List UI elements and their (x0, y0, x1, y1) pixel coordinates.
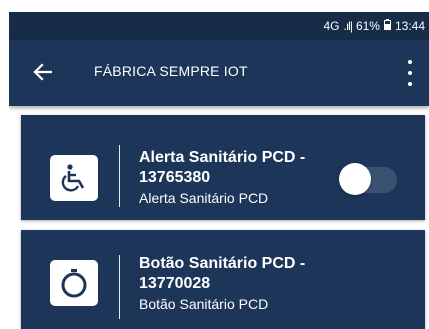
toggle-thumb (339, 163, 371, 195)
more-vert-icon[interactable] (405, 60, 415, 86)
device-name: Alerta Sanitário PCD - 13765380 (139, 149, 306, 186)
back-button[interactable] (27, 57, 57, 87)
wheelchair-icon (50, 155, 98, 201)
clock: 13:44 (394, 19, 425, 33)
app-bar: FÁBRICA SEMPRE IOT (9, 40, 429, 106)
card-divider (119, 255, 120, 319)
app-screen: 4G .ıl| 61% 13:44 FÁBRICA SEMPRE IOT Ale… (9, 12, 429, 329)
card-divider (119, 145, 120, 207)
button-icon (50, 260, 98, 306)
device-card[interactable]: Alerta Sanitário PCD - 13765380 Alerta S… (21, 115, 425, 220)
device-card[interactable]: Botão Sanitário PCD - 13770028 Botão San… (21, 230, 425, 329)
device-type: Alerta Sanitário PCD (139, 190, 269, 206)
battery-icon (383, 19, 391, 33)
network-indicator: 4G (323, 19, 340, 33)
app-title: FÁBRICA SEMPRE IOT (94, 63, 248, 79)
arrow-back-icon (33, 63, 52, 81)
signal-icon: .ıl| (343, 19, 353, 33)
status-bar: 4G .ıl| 61% 13:44 (9, 12, 429, 40)
device-type: Botão Sanitário PCD (139, 296, 269, 312)
device-name: Botão Sanitário PCD - 13770028 (139, 255, 306, 292)
battery-level: 61% (355, 19, 380, 33)
device-toggle[interactable] (339, 162, 397, 200)
